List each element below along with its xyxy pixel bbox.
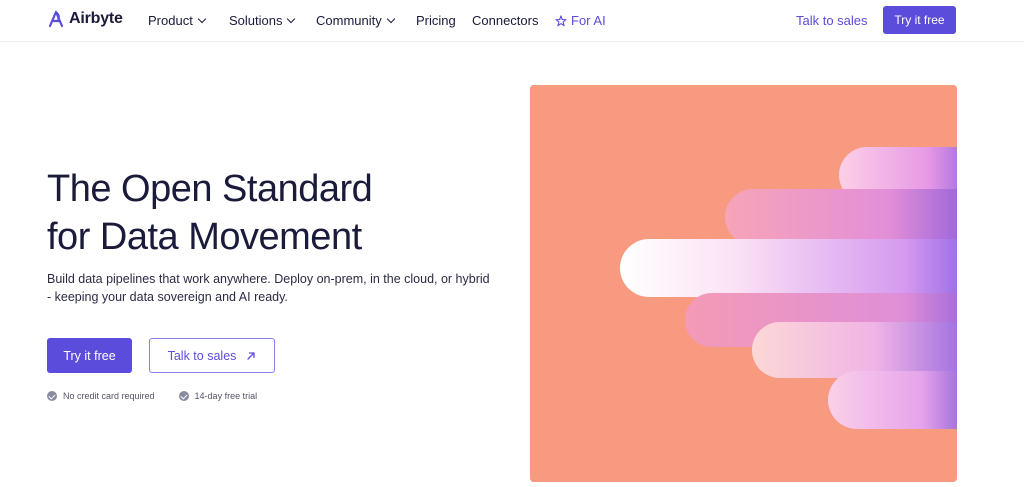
- chevron-down-icon: [197, 14, 207, 23]
- talk-to-sales-button[interactable]: Talk to sales: [149, 338, 275, 373]
- nav-item-label: Product: [148, 13, 193, 28]
- hero-artwork-graphic: [530, 85, 957, 482]
- hero-headline-line-2: for Data Movement: [47, 216, 362, 258]
- top-navigation: Airbyte Product Solutions Community Pric…: [0, 0, 1024, 42]
- nav-item-for-ai[interactable]: For AI: [555, 13, 606, 28]
- nav-item-label: Solutions: [229, 13, 283, 28]
- arrow-up-right-icon: [247, 351, 256, 360]
- airbyte-logo-icon: [48, 10, 64, 28]
- try-it-free-button[interactable]: Try it free: [47, 338, 132, 373]
- nav-item-label: Pricing: [416, 13, 456, 28]
- chevron-down-icon: [287, 14, 296, 23]
- chevron-down-icon: [386, 14, 395, 23]
- brand-name: Airbyte: [69, 10, 123, 27]
- nav-item-product[interactable]: Product: [148, 13, 207, 28]
- hero-notes: No credit card required 14-day free tria…: [47, 391, 257, 401]
- hero-subtext: Build data pipelines that work anywhere.…: [47, 270, 497, 306]
- sparkle-star-icon: [555, 14, 567, 26]
- note-free-trial: 14-day free trial: [178, 391, 258, 401]
- brand-logo[interactable]: Airbyte: [47, 9, 123, 29]
- hero-headline-line-1: The Open Standard: [47, 168, 373, 210]
- check-circle-icon: [47, 391, 57, 401]
- nav-item-label: Community: [316, 13, 382, 28]
- check-circle-icon: [178, 391, 189, 401]
- nav-item-label: Connectors: [472, 13, 539, 28]
- nav-item-solutions[interactable]: Solutions: [229, 13, 296, 28]
- note-label: No credit card required: [63, 391, 155, 401]
- hero-subtext-line-2: - keeping your data sovereign and AI rea…: [47, 290, 288, 304]
- talk-to-sales-link[interactable]: Talk to sales: [796, 13, 868, 28]
- nav-item-label: For AI: [571, 13, 606, 28]
- note-label: 14-day free trial: [194, 391, 258, 401]
- hero-artwork: [530, 85, 957, 482]
- nav-item-connectors[interactable]: Connectors: [472, 13, 538, 28]
- nav-item-community[interactable]: Community: [316, 13, 395, 28]
- talk-to-sales-label: Talk to sales: [167, 348, 237, 363]
- hero-subtext-line-1: Build data pipelines that work anywhere.…: [47, 272, 490, 286]
- try-it-free-nav-button[interactable]: Try it free: [883, 6, 956, 34]
- note-no-credit-card: No credit card required: [47, 391, 155, 401]
- nav-item-pricing[interactable]: Pricing: [416, 13, 456, 28]
- hero-headline: The Open Standard for Data Movement: [47, 165, 373, 261]
